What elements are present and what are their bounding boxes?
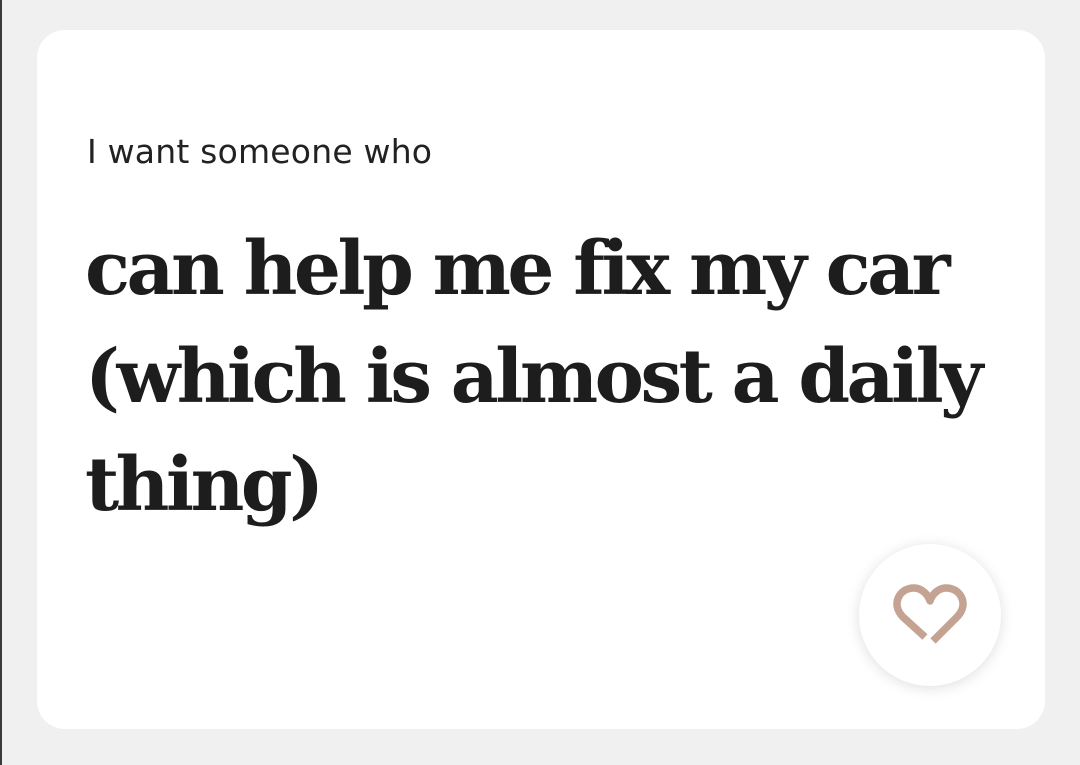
screen-edge-divider	[0, 0, 2, 765]
heart-icon	[890, 579, 970, 651]
prompt-answer: can help me fix my car (which is almost …	[85, 226, 983, 528]
prompt-question: I want someone who	[87, 132, 433, 171]
like-button[interactable]	[859, 544, 1001, 686]
prompt-card: I want someone who can help me fix my ca…	[37, 30, 1045, 729]
